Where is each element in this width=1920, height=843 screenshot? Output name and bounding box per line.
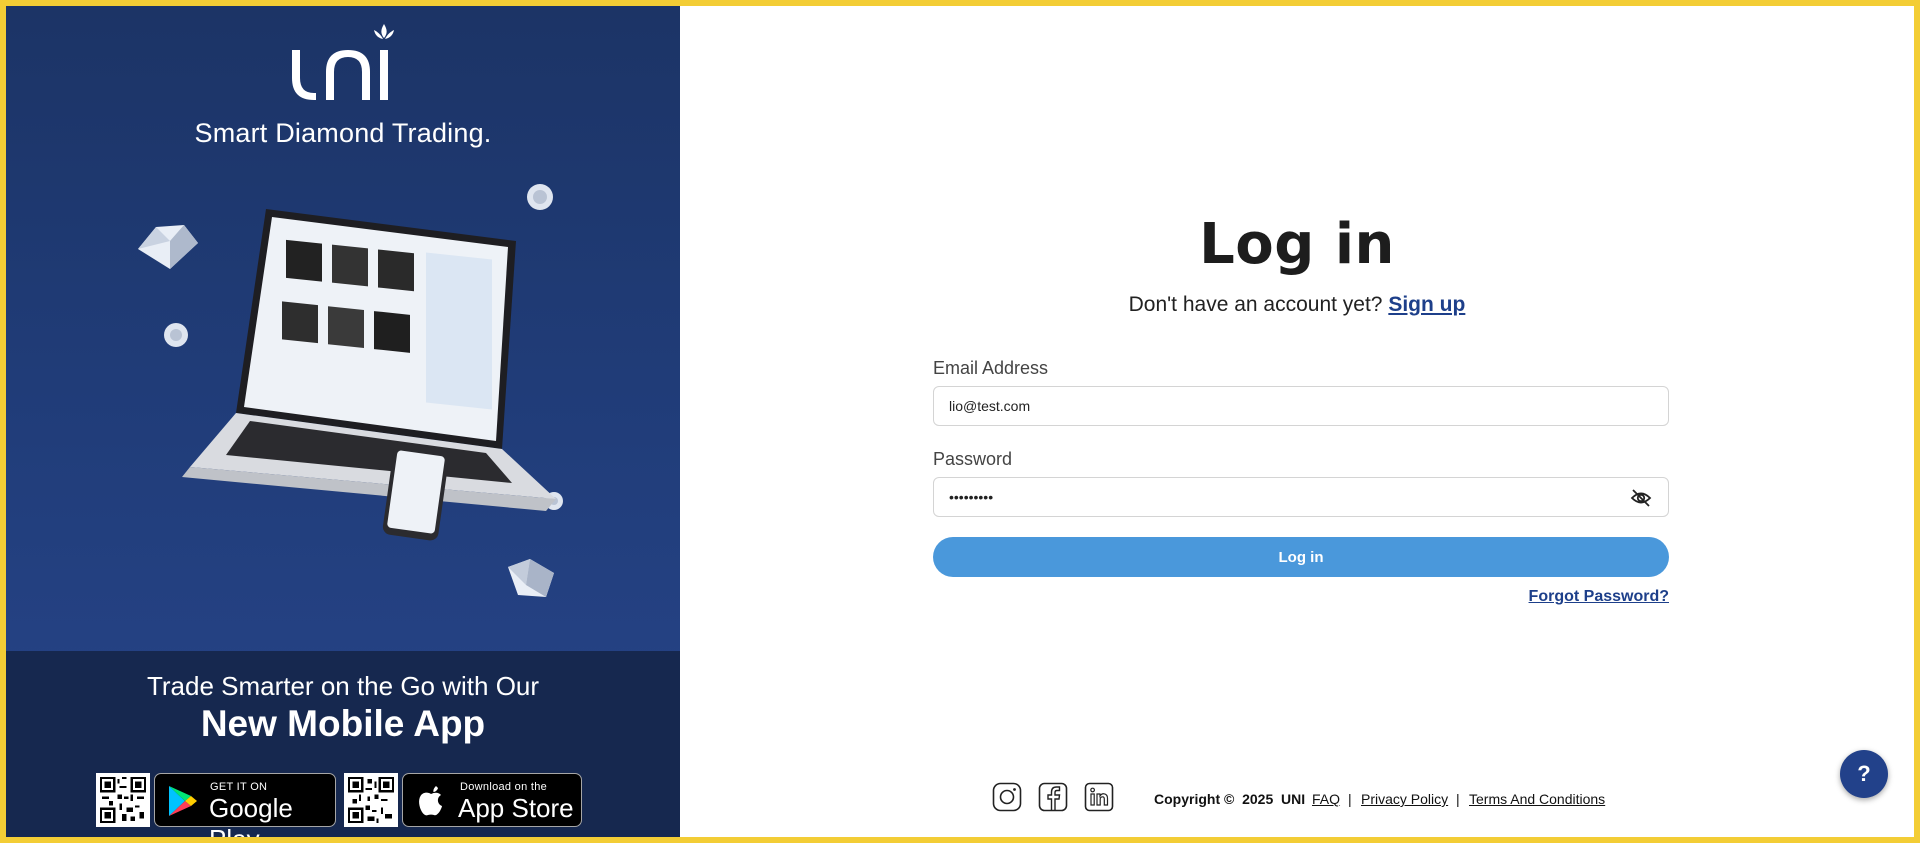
app-store-label: App Store [458,793,574,823]
diamond-icon [138,225,198,269]
signup-prompt: Don't have an account yet? Sign up [680,293,1914,317]
footer-separator: | [1348,791,1352,807]
email-label: Email Address [933,358,1049,378]
google-play-label: Google Play [209,793,293,837]
promo-subtitle: Trade Smarter on the Go with Our [146,671,540,701]
page-title: Log in [1199,212,1395,277]
brand-panel: Smart Diamond Trading. Trade Smarter on … [6,6,680,837]
google-play-small-text: GET IT ON [210,781,268,793]
page-frame: Smart Diamond Trading. Trade Smarter on … [6,6,1914,837]
facebook-icon[interactable] [1038,782,1068,812]
password-label: Password [933,449,1013,469]
apple-icon [419,786,442,816]
copyright-year: 2025 [1242,791,1274,807]
app-store-small-text: Download on the [460,781,548,793]
signup-prompt-text: Don't have an account yet? [1128,293,1383,316]
help-button[interactable]: ? [1840,750,1888,798]
signup-link[interactable]: Sign up [1388,293,1465,316]
footer-separator: | [1456,791,1460,807]
copyright: Copyright © 2025 UNI [1154,791,1305,807]
uni-logo [292,24,394,100]
password-field-box [933,477,1669,517]
faq-link[interactable]: FAQ [1312,791,1340,807]
app-store-qr-code [344,773,398,827]
laptop-illustration [138,184,563,597]
mobile-app-promo: Trade Smarter on the Go with Our New Mob… [6,651,680,837]
google-play-qr-code [96,773,150,827]
google-play-badge[interactable]: GET IT ON Google Play [154,773,336,837]
eye-slash-icon[interactable] [1630,488,1652,508]
copyright-prefix: Copyright © [1154,791,1235,807]
password-field[interactable] [949,478,1609,516]
email-field[interactable] [949,387,1609,425]
forgot-password-link[interactable]: Forgot Password? [1509,588,1669,606]
terms-link[interactable]: Terms And Conditions [1469,791,1605,807]
copyright-company: UNI [1281,791,1306,807]
email-field-box [933,386,1669,426]
tagline: Smart Diamond Trading. [194,118,492,148]
instagram-icon[interactable] [992,782,1022,812]
login-button[interactable]: Log in [933,537,1669,577]
google-play-icon [169,786,197,816]
linkedin-icon[interactable] [1084,782,1114,812]
app-store-badge[interactable]: Download on the App Store [402,773,582,827]
promo-title: New Mobile App [200,703,486,744]
privacy-policy-link[interactable]: Privacy Policy [1361,791,1448,807]
